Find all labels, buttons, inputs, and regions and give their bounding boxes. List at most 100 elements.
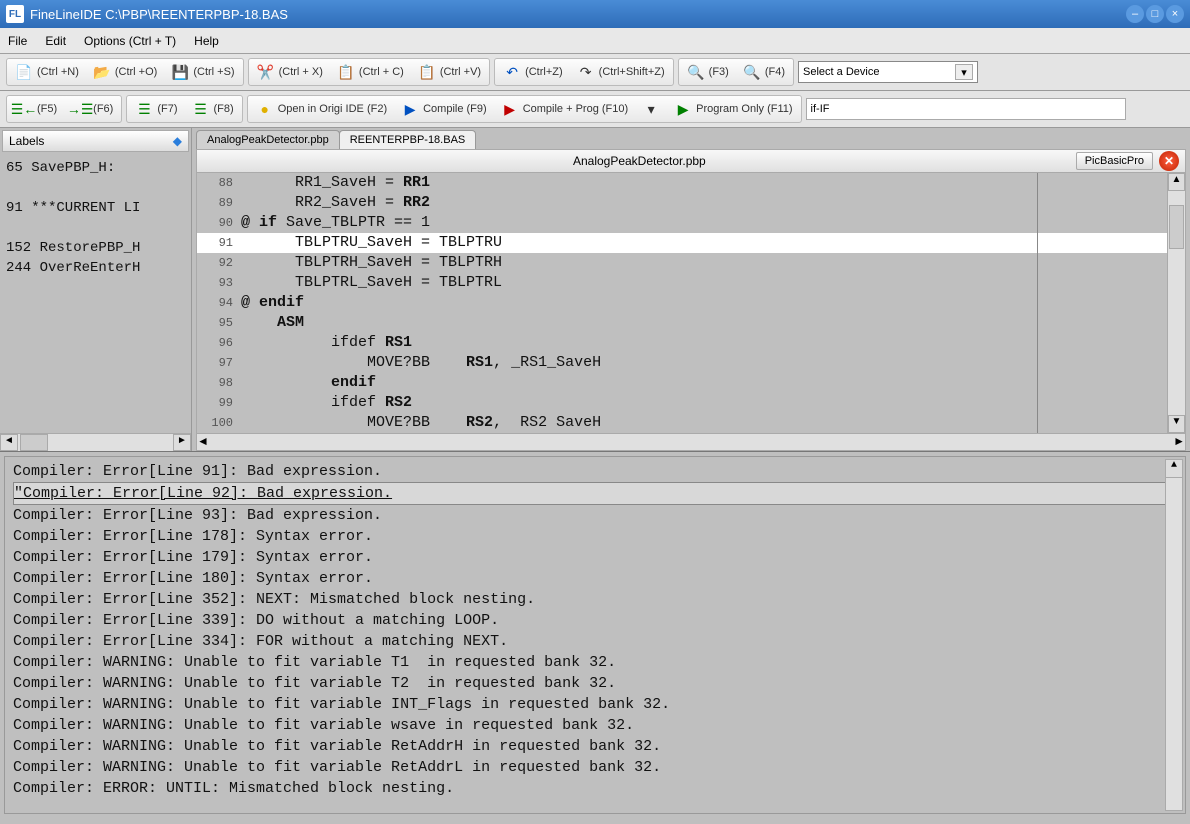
comment-button[interactable]: ☰(F7) [129,98,183,120]
sidebar-header[interactable]: Labels ◆ [2,130,189,152]
code-text: TBLPTRU_SaveH = TBLPTRU [241,234,502,251]
copy-button[interactable]: 📋(Ctrl + C) [331,61,410,83]
close-file-button[interactable]: ✕ [1159,151,1179,171]
find-button[interactable]: 🔍(F3) [681,61,735,83]
cut-button[interactable]: ✂️(Ctrl + X) [251,61,329,83]
code-vscrollbar[interactable]: ▲ ▼ [1167,173,1185,433]
indent-right-button[interactable]: →☰(F6) [65,98,119,120]
menu-file[interactable]: File [8,34,27,48]
compile-prog-dropdown[interactable]: ▾ [636,98,666,120]
output-line[interactable]: Compiler: WARNING: Unable to fit variabl… [13,736,1177,757]
menu-help[interactable]: Help [194,34,219,48]
scroll-up-icon[interactable]: ▲ [1166,460,1182,478]
find-replace-button[interactable]: 🔍(F4) [737,61,791,83]
device-select[interactable]: Select a Device ▾ [798,61,978,83]
new-file-button[interactable]: 📄(Ctrl +N) [9,61,85,83]
label-item[interactable]: 65 SavePBP_H: [6,158,185,178]
search-replace-icon: 🔍 [743,63,761,81]
output-line[interactable]: Compiler: WARNING: Unable to fit variabl… [13,757,1177,778]
output-line[interactable]: Compiler: Error[Line 180]: Syntax error. [13,568,1177,589]
code-line[interactable]: 96 ifdef RS1 [197,333,1167,353]
undo-button[interactable]: ↶(Ctrl+Z) [497,61,569,83]
save-file-button[interactable]: 💾(Ctrl +S) [165,61,240,83]
indent-left-button[interactable]: ☰←(F5) [9,98,63,120]
code-line[interactable]: 89 RR2_SaveH = RR2 [197,193,1167,213]
output-line[interactable]: Compiler: WARNING: Unable to fit variabl… [13,715,1177,736]
output-line[interactable]: Compiler: WARNING: Unable to fit variabl… [13,694,1177,715]
line-number: 89 [197,196,241,210]
compile-button[interactable]: ▶Compile (F9) [395,98,493,120]
output-panel[interactable]: Compiler: Error[Line 91]: Bad expression… [4,456,1186,814]
snippet-input[interactable]: if-IF [806,98,1126,120]
file-header: AnalogPeakDetector.pbp PicBasicPro ✕ [196,149,1186,172]
maximize-button[interactable]: □ [1146,5,1164,23]
code-line[interactable]: 94@ endif [197,293,1167,313]
code-hscrollbar[interactable]: ◄ ► [196,434,1186,451]
output-line[interactable]: Compiler: Error[Line 334]: FOR without a… [13,631,1177,652]
code-line[interactable]: 97 MOVE?BB RS1, _RS1_SaveH [197,353,1167,373]
label-item[interactable] [6,178,185,198]
label-item[interactable]: 152 RestorePBP_H [6,238,185,258]
code-line[interactable]: 92 TBLPTRH_SaveH = TBLPTRH [197,253,1167,273]
scroll-right-icon[interactable]: ► [173,434,191,451]
open-origi-ide-button[interactable]: ●Open in Origi IDE (F2) [250,98,393,120]
menu-edit[interactable]: Edit [45,34,66,48]
scroll-up-icon[interactable]: ▲ [1168,173,1185,191]
close-button[interactable]: × [1166,5,1184,23]
output-line[interactable]: Compiler: Error[Line 339]: DO without a … [13,610,1177,631]
label-item[interactable] [6,218,185,238]
scroll-down-icon[interactable]: ▼ [1168,415,1185,433]
uncomment-button[interactable]: ☰(F8) [186,98,240,120]
code-line[interactable]: 98 endif [197,373,1167,393]
code-line[interactable]: 88 RR1_SaveH = RR1 [197,173,1167,193]
output-line[interactable]: Compiler: WARNING: Unable to fit variabl… [13,652,1177,673]
column-marker [1037,173,1038,433]
redo-button[interactable]: ↷(Ctrl+Shift+Z) [571,61,671,83]
editor-tab[interactable]: AnalogPeakDetector.pbp [196,130,340,149]
code-line[interactable]: 90@ if Save_TBLPTR == 1 [197,213,1167,233]
output-line[interactable]: Compiler: Error[Line 179]: Syntax error. [13,547,1177,568]
minimize-button[interactable]: – [1126,5,1144,23]
compile-prog-button[interactable]: ▶Compile + Prog (F10) [495,98,634,120]
scissors-icon: ✂️ [257,63,275,81]
sidebar-hscrollbar[interactable]: ◄ ► [0,433,191,451]
code-text: MOVE?BB RS2, RS2 SaveH [241,414,601,431]
code-line[interactable]: 91 TBLPTRU_SaveH = TBLPTRU [197,233,1167,253]
code-text: @ endif [241,294,304,311]
menubar: File Edit Options (Ctrl + T) Help [0,28,1190,54]
code-view[interactable]: 88 RR1_SaveH = RR189 RR2_SaveH = RR290@ … [196,173,1186,434]
scroll-thumb[interactable] [1169,205,1184,249]
program-only-button[interactable]: ▶Program Only (F11) [668,98,798,120]
paste-icon: 📋 [418,63,436,81]
output-line[interactable]: Compiler: ERROR: UNTIL: Mismatched block… [13,778,1177,799]
output-line[interactable]: "Compiler: Error[Line 92]: Bad expressio… [13,482,1177,505]
output-line[interactable]: Compiler: Error[Line 178]: Syntax error. [13,526,1177,547]
code-text: ASM [241,314,304,331]
menu-options[interactable]: Options (Ctrl + T) [84,34,176,48]
scroll-left-icon[interactable]: ◄ [0,434,18,451]
titlebar: FL FineLineIDE C:\PBP\REENTERPBP-18.BAS … [0,0,1190,28]
main-area: Labels ◆ 65 SavePBP_H: 91 ***CURRENT LI … [0,128,1190,452]
labels-list[interactable]: 65 SavePBP_H: 91 ***CURRENT LI 152 Resto… [0,154,191,433]
output-line[interactable]: Compiler: Error[Line 91]: Bad expression… [13,461,1177,482]
paste-button[interactable]: 📋(Ctrl +V) [412,61,487,83]
code-text: ifdef RS2 [241,394,412,411]
output-line[interactable]: Compiler: Error[Line 352]: NEXT: Mismatc… [13,589,1177,610]
open-file-button[interactable]: 📂(Ctrl +O) [87,61,163,83]
language-selector[interactable]: PicBasicPro [1076,152,1153,170]
code-line[interactable]: 100 MOVE?BB RS2, RS2 SaveH [197,413,1167,433]
scroll-left-icon[interactable]: ◄ [197,434,209,450]
sidebar-header-label: Labels [9,134,44,148]
scroll-right-icon[interactable]: ► [1173,434,1185,450]
label-item[interactable]: 244 OverReEnterH [6,258,185,278]
scroll-thumb[interactable] [20,434,48,451]
code-line[interactable]: 95 ASM [197,313,1167,333]
output-line[interactable]: Compiler: WARNING: Unable to fit variabl… [13,673,1177,694]
scroll-thumb[interactable] [211,434,271,450]
editor-tab[interactable]: REENTERPBP-18.BAS [339,130,477,149]
label-item[interactable]: 91 ***CURRENT LI [6,198,185,218]
code-line[interactable]: 99 ifdef RS2 [197,393,1167,413]
output-vscrollbar[interactable]: ▲ [1165,459,1183,811]
code-line[interactable]: 93 TBLPTRL_SaveH = TBLPTRL [197,273,1167,293]
output-line[interactable]: Compiler: Error[Line 93]: Bad expression… [13,505,1177,526]
